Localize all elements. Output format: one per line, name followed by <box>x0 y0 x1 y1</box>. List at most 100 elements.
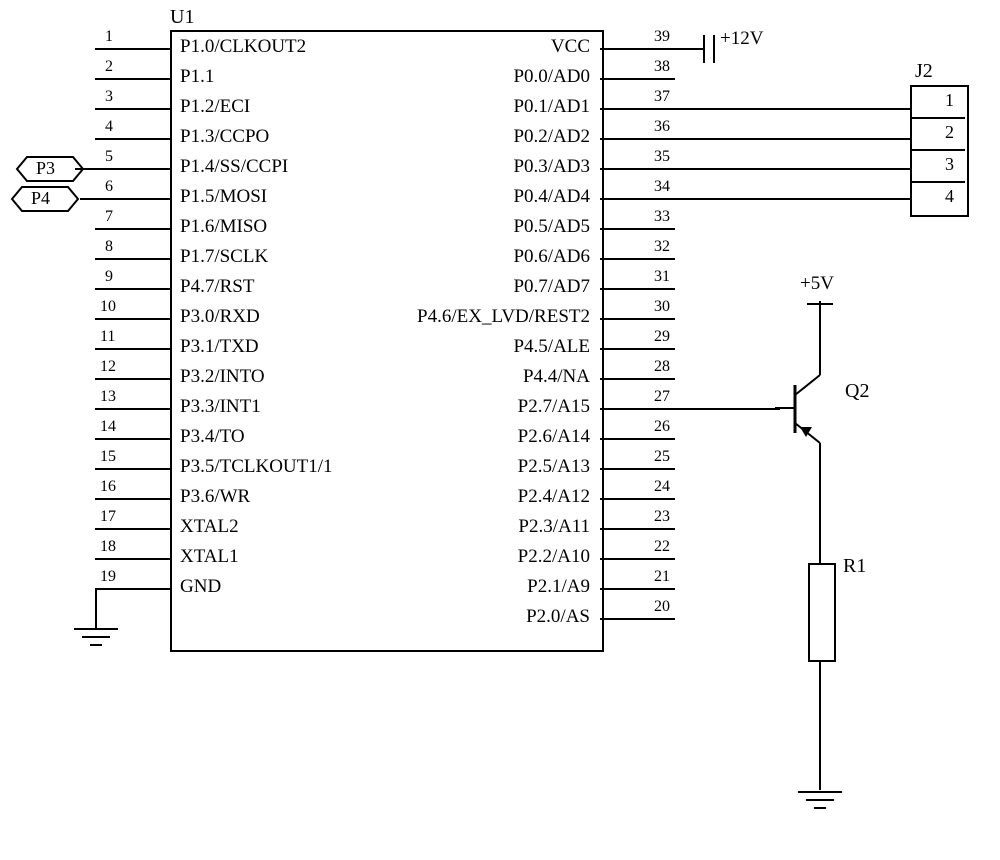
j2-pin-2: 2 <box>945 122 954 143</box>
u1-pin-label-17: XTAL2 <box>180 516 239 538</box>
schematic-canvas: U1 1 P1.0/CLKOUT2 2 P1.1 3 P1.2/ECI 4 P1… <box>0 0 1000 860</box>
gnd-wire <box>95 588 97 628</box>
u1-pin-num-31: 31 <box>640 268 670 286</box>
u1-pin-num-30: 30 <box>640 298 670 316</box>
u1-pin-line-right <box>600 78 675 80</box>
j2-pin-4: 4 <box>945 186 954 207</box>
u1-pin-label-24: P2.4/A12 <box>370 486 590 508</box>
u1-pin-label-11: P3.1/TXD <box>180 336 259 358</box>
u1-pin-line-left <box>95 288 170 290</box>
u1-pin-num-34: 34 <box>640 178 670 196</box>
u1-pin-label-37: P0.1/AD1 <box>370 96 590 118</box>
u1-pin-num-33: 33 <box>640 208 670 226</box>
netlabel-p4: P4 <box>31 188 50 209</box>
u1-pin-label-31: P0.7/AD7 <box>370 276 590 298</box>
u1-pin-line-left <box>95 528 170 530</box>
j2-div <box>910 181 965 183</box>
u1-pin-label-28: P4.4/NA <box>370 366 590 388</box>
u1-pin-num-2: 2 <box>105 58 113 76</box>
u1-pin-label-14: P3.4/TO <box>180 426 245 448</box>
u1-pin-num-26: 26 <box>640 418 670 436</box>
u1-pin-label-19: GND <box>180 576 221 598</box>
u1-pin-line-left <box>95 378 170 380</box>
netlabel-p3: P3 <box>36 158 55 179</box>
u1-pin-label-22: P2.2/A10 <box>370 546 590 568</box>
u1-pin-num-5: 5 <box>105 148 113 166</box>
u1-pin-label-9: P4.7/RST <box>180 276 254 298</box>
u1-pin-num-3: 3 <box>105 88 113 106</box>
u1-pin-label-39: VCC <box>370 36 590 58</box>
u1-pin-line-left <box>95 138 170 140</box>
u1-pin-num-1: 1 <box>105 28 113 46</box>
u1-pin-num-14: 14 <box>100 418 116 436</box>
j2-body <box>910 85 969 217</box>
u1-pin-line-right <box>600 228 675 230</box>
u1-pin-num-12: 12 <box>100 358 116 376</box>
u1-pin-label-6: P1.5/MOSI <box>180 186 267 208</box>
u1-pin-line-left <box>75 168 170 170</box>
u1-pin-line-right <box>600 468 675 470</box>
u1-pin-line-left <box>95 588 170 590</box>
u1-pin-line-left <box>95 438 170 440</box>
u1-pin-line-right <box>600 528 675 530</box>
u1-pin-label-30: P4.6/EX_LVD/REST2 <box>370 306 590 328</box>
u1-pin-line-left <box>95 498 170 500</box>
u1-pin-num-18: 18 <box>100 538 116 556</box>
u1-pin-line-right <box>600 48 675 50</box>
u1-pin-line-right <box>600 558 675 560</box>
u1-pin-num-39: 39 <box>640 28 670 46</box>
ground-icon <box>70 625 122 655</box>
power-icon <box>805 296 835 316</box>
u1-pin-num-20: 20 <box>640 598 670 616</box>
u1-pin-label-38: P0.0/AD0 <box>370 66 590 88</box>
v12-label: +12V <box>720 28 763 50</box>
u1-pin-label-25: P2.5/A13 <box>370 456 590 478</box>
u1-pin-line-left <box>80 198 170 200</box>
cap-plate-1 <box>703 35 705 63</box>
u1-pin-num-6: 6 <box>105 178 113 196</box>
u1-pin-num-17: 17 <box>100 508 116 526</box>
u1-pin-num-32: 32 <box>640 238 670 256</box>
ground-icon <box>794 788 846 818</box>
u1-pin-line-right <box>600 318 675 320</box>
r1-gnd-wire <box>819 660 821 790</box>
u1-pin-num-8: 8 <box>105 238 113 256</box>
u1-pin-line-right <box>600 108 910 110</box>
u1-pin-line-right <box>600 168 910 170</box>
u1-pin-num-27: 27 <box>640 388 670 406</box>
u1-pin-line-right <box>600 378 675 380</box>
u1-pin-num-16: 16 <box>100 478 116 496</box>
u1-ref: U1 <box>170 6 194 29</box>
u1-pin-num-4: 4 <box>105 118 113 136</box>
u1-pin-label-4: P1.3/CCPO <box>180 126 269 148</box>
u1-pin-num-23: 23 <box>640 508 670 526</box>
u1-pin-label-13: P3.3/INT1 <box>180 396 261 418</box>
u1-pin-num-15: 15 <box>100 448 116 466</box>
u1-pin-line-right <box>600 498 675 500</box>
u1-pin-line-right <box>600 138 910 140</box>
u1-pin-line-left <box>95 48 170 50</box>
v5-wire <box>819 315 821 375</box>
u1-pin-label-29: P4.5/ALE <box>370 336 590 358</box>
u1-pin-label-12: P3.2/INTO <box>180 366 265 388</box>
u1-pin-label-21: P2.1/A9 <box>370 576 590 598</box>
cap-plate-2 <box>713 35 715 63</box>
u1-pin-line-left <box>95 348 170 350</box>
u1-pin-label-20: P2.0/AS <box>370 606 590 628</box>
u1-pin-num-28: 28 <box>640 358 670 376</box>
u1-pin-line-right <box>600 198 910 200</box>
u1-pin-num-35: 35 <box>640 148 670 166</box>
u1-pin-label-36: P0.2/AD2 <box>370 126 590 148</box>
u1-pin-num-11: 11 <box>100 328 115 346</box>
u1-pin-line-left <box>95 558 170 560</box>
u1-pin-label-10: P3.0/RXD <box>180 306 260 328</box>
u1-pin-label-5: P1.4/SS/CCPI <box>180 156 288 178</box>
u1-pin-line-right <box>600 588 675 590</box>
u1-pin-line-right <box>600 348 675 350</box>
u1-pin-line-right <box>600 618 675 620</box>
u1-pin-label-2: P1.1 <box>180 66 214 88</box>
u1-pin-line-left <box>95 408 170 410</box>
u1-pin-num-24: 24 <box>640 478 670 496</box>
vcc-wire <box>675 48 705 50</box>
u1-pin-label-1: P1.0/CLKOUT2 <box>180 36 306 58</box>
